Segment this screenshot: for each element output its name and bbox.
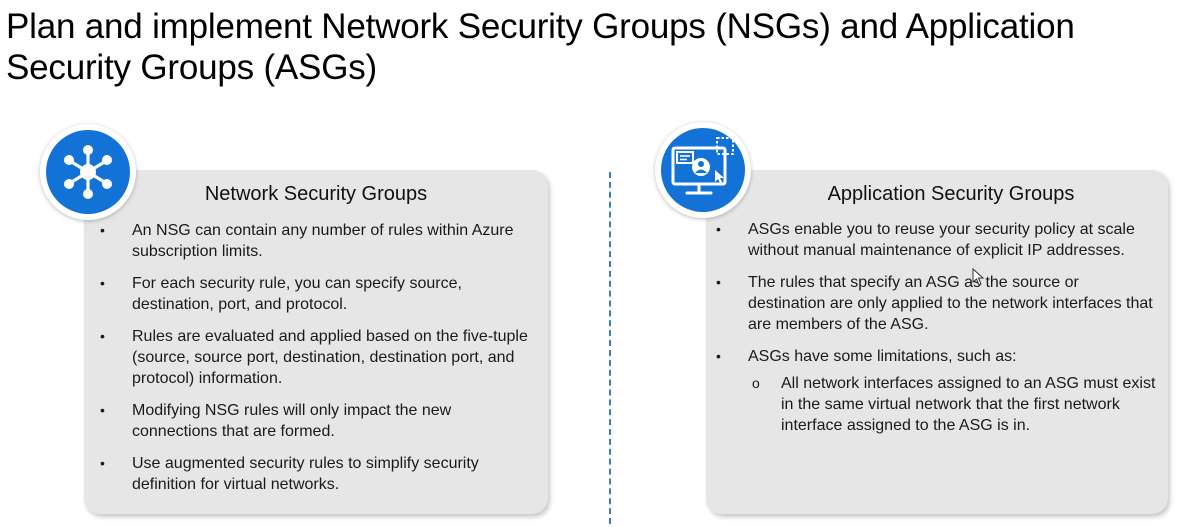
asg-bullet-limitations: ASGs have some limitations, such as: All… <box>716 346 1158 436</box>
nsg-heading: Network Security Groups <box>204 183 428 205</box>
asg-heading: Application Security Groups <box>827 183 1075 205</box>
asg-bullet: ASGs enable you to reuse your security p… <box>716 219 1158 261</box>
nsg-card: Network Security Groups An NSG can conta… <box>84 170 548 514</box>
asg-bullet-text: ASGs have some limitations, such as: <box>748 348 1017 365</box>
asg-bullet: The rules that specify an ASG as the sou… <box>716 272 1158 335</box>
nsg-bullet-list: An NSG can contain any number of rules w… <box>100 220 540 506</box>
nsg-bullet: Rules are evaluated and applied based on… <box>100 326 540 389</box>
slide-title: Plan and implement Network Security Grou… <box>6 7 1075 87</box>
network-hub-icon <box>40 124 136 220</box>
nsg-bullet: An NSG can contain any number of rules w… <box>100 220 540 262</box>
column-divider <box>609 172 611 524</box>
nsg-bullet: Use augmented security rules to simplify… <box>100 453 540 495</box>
application-monitor-icon-graphic <box>671 137 734 195</box>
network-hub-icon-graphic <box>64 145 112 199</box>
nsg-bullet: Modifying NSG rules will only impact the… <box>100 400 540 442</box>
asg-bullet-list: ASGs enable you to reuse your security p… <box>716 219 1158 447</box>
application-monitor-icon <box>655 122 751 218</box>
mouse-cursor-icon <box>972 268 985 286</box>
asg-sub-bullet-list: All network interfaces assigned to an AS… <box>748 373 1158 436</box>
asg-card: Application Security Groups ASGs enable … <box>706 170 1168 514</box>
nsg-bullet: For each security rule, you can specify … <box>100 273 540 315</box>
asg-sub-bullet: All network interfaces assigned to an AS… <box>748 373 1158 436</box>
